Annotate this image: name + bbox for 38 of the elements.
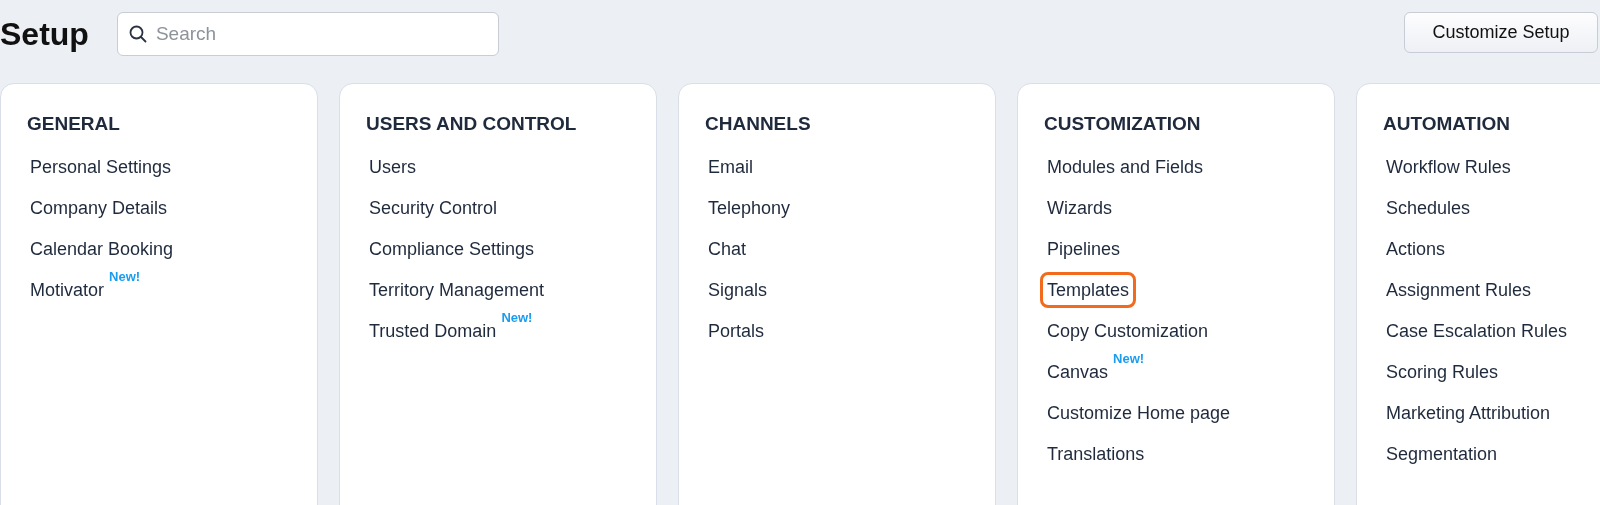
settings-link[interactable]: Customize Home page xyxy=(1040,395,1238,431)
settings-link[interactable]: Case Escalation Rules xyxy=(1379,313,1575,349)
settings-link[interactable]: Pipelines xyxy=(1040,231,1128,267)
section-heading: CHANNELS xyxy=(705,112,812,136)
settings-link[interactable]: Signals xyxy=(701,272,775,308)
settings-link[interactable]: Email xyxy=(701,149,760,185)
new-label: New! xyxy=(501,310,533,325)
settings-link[interactable]: Personal Settings xyxy=(23,149,179,185)
section-heading: USERS AND CONTROL xyxy=(366,112,578,136)
settings-link[interactable]: Marketing Attribution xyxy=(1379,395,1558,431)
settings-link[interactable]: Workflow Rules xyxy=(1379,149,1518,185)
settings-link[interactable]: Calendar Booking xyxy=(23,231,181,267)
settings-link[interactable]: Security Control xyxy=(362,190,505,226)
settings-link[interactable]: Territory Management xyxy=(362,272,552,308)
settings-link[interactable]: Modules and Fields xyxy=(1040,149,1211,185)
new-label: New! xyxy=(109,269,141,284)
settings-link[interactable]: Company Details xyxy=(23,190,175,226)
section-heading: CUSTOMIZATION xyxy=(1044,112,1202,136)
search-field[interactable]: Search xyxy=(116,12,499,56)
settings-link[interactable]: Telephony xyxy=(701,190,798,226)
settings-link[interactable]: Portals xyxy=(701,313,772,349)
settings-link[interactable]: Copy Customization xyxy=(1040,313,1216,349)
settings-link[interactable]: Schedules xyxy=(1379,190,1478,226)
customize-setup-button[interactable]: Customize Setup xyxy=(1404,12,1598,53)
settings-link[interactable]: Chat xyxy=(701,231,754,267)
settings-link[interactable]: Wizards xyxy=(1040,190,1119,226)
settings-link[interactable]: Assignment Rules xyxy=(1379,272,1539,308)
new-label: New! xyxy=(1113,351,1145,366)
settings-link[interactable]: Scoring Rules xyxy=(1379,354,1506,390)
section-heading: GENERAL xyxy=(27,112,121,136)
settings-link[interactable]: Users xyxy=(362,149,423,185)
settings-link[interactable]: Actions xyxy=(1379,231,1453,267)
settings-link[interactable]: Segmentation xyxy=(1379,436,1505,472)
section-heading: AUTOMATION xyxy=(1383,112,1511,136)
settings-link[interactable]: Compliance Settings xyxy=(362,231,542,267)
page-title: Setup xyxy=(0,15,89,54)
highlighted-settings-link[interactable]: Templates xyxy=(1040,272,1137,308)
settings-link[interactable]: Translations xyxy=(1040,436,1152,472)
